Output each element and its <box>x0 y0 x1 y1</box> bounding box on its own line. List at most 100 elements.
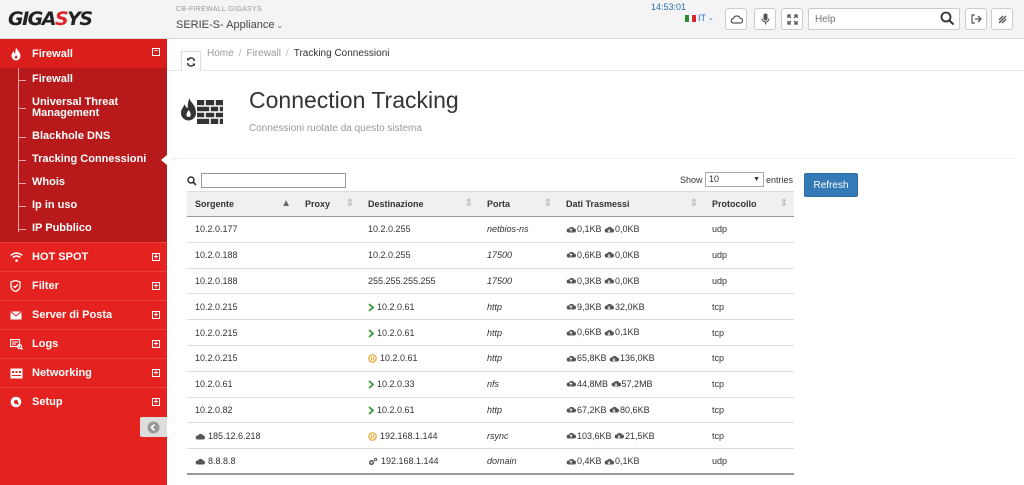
collapse-sidebar-button[interactable] <box>140 417 167 437</box>
feed-button[interactable] <box>991 8 1013 30</box>
cloud-download-icon <box>604 458 615 465</box>
expand-icon[interactable]: + <box>152 398 160 406</box>
table-row[interactable]: 10.2.0.188 10.2.0.255 17500 0,6KB 0,0KB udp <box>187 242 794 269</box>
cell-destinazione[interactable]: 192.168.1.144 <box>360 422 479 450</box>
column-header-protocollo[interactable]: Protocollo ⇕ <box>704 191 794 217</box>
column-header-porta[interactable]: Porta ⇕ <box>479 191 558 217</box>
cell-proxy <box>297 268 360 295</box>
cloud-upload-icon <box>566 458 576 465</box>
cell-destinazione[interactable]: 10.2.0.255 <box>360 242 479 269</box>
cloud-download-icon <box>604 252 615 258</box>
refresh-icon <box>186 56 196 67</box>
chevron-right-icon <box>368 380 374 389</box>
column-header-destinazione[interactable]: Destinazione ⇕ <box>360 191 479 217</box>
cloud-download-icon <box>614 432 625 439</box>
warning-circle-icon <box>368 354 377 364</box>
breadcrumb-home[interactable]: Home <box>207 48 234 59</box>
italy-flag-icon <box>685 14 697 22</box>
sidebar-item-firewall[interactable]: Firewall <box>0 68 167 91</box>
cell-dati-trasmessi: 44,8MB 57,2MB <box>558 371 704 398</box>
arrow-left-circle-icon <box>147 421 160 433</box>
sidebar-item-blackhole-dns[interactable]: Blackhole DNS <box>0 125 167 148</box>
table-row[interactable]: 10.2.0.215 10.2.0.61 http 0,6KB 0,1KB tcp <box>187 319 794 346</box>
breadcrumb: Home / Firewall / Tracking Connessioni <box>207 48 390 59</box>
cell-proxy <box>297 371 360 398</box>
sidebar-item-logs[interactable]: Logs + <box>0 329 167 358</box>
expand-icon[interactable]: + <box>152 282 160 290</box>
cell-dati-trasmessi: 65,8KB 136,0KB <box>558 345 704 372</box>
cloud-upload-icon <box>566 432 576 439</box>
cell-sorgente: 10.2.0.82 <box>187 397 297 424</box>
cloud-button[interactable] <box>725 8 747 30</box>
refresh-button[interactable]: Refresh <box>804 173 858 197</box>
cell-protocollo: udp <box>704 268 794 295</box>
sidebar-item-server-di-posta[interactable]: Server di Posta + <box>0 300 167 329</box>
cell-sorgente: 10.2.0.188 <box>187 268 297 295</box>
cloud-icon <box>730 14 743 24</box>
table-filter-input[interactable] <box>201 173 346 188</box>
sidebar-item-setup[interactable]: Setup + <box>0 387 167 416</box>
sidebar-section-firewall[interactable]: Firewall − <box>0 39 167 68</box>
reload-button[interactable] <box>181 51 201 71</box>
cell-destinazione[interactable]: 10.2.0.61 <box>360 293 479 321</box>
table-row[interactable]: 10.2.0.188 255.255.255.255 17500 0,3KB 0,0K… <box>187 268 794 295</box>
cell-protocollo: tcp <box>704 293 794 321</box>
sidebar-item-utm[interactable]: Universal Threat Management <box>0 91 167 125</box>
logs-icon <box>10 338 26 350</box>
device-host: CB-FIREWALL.GIGASYS <box>176 6 262 13</box>
expand-icon[interactable]: + <box>152 253 160 261</box>
expand-icon[interactable]: + <box>152 340 160 348</box>
sidebar-item-networking[interactable]: Networking + <box>0 358 167 387</box>
column-header-sorgente[interactable]: Sorgente ▲ <box>187 191 297 217</box>
help-search-input[interactable] <box>809 9 935 29</box>
table-row[interactable]: 10.2.0.177 10.2.0.255 netbios-ns 0,1KB 0,0K… <box>187 216 794 243</box>
cell-sorgente: 10.2.0.215 <box>187 345 297 372</box>
sidebar-item-ip-pubblico[interactable]: IP Pubblico <box>0 217 167 240</box>
microphone-button[interactable] <box>754 8 776 30</box>
search-icon[interactable] <box>940 11 955 26</box>
table-row[interactable]: 10.2.0.82 10.2.0.61 http 67,2KB 80,6KB tcp <box>187 397 794 424</box>
cell-porta: http <box>479 319 558 346</box>
cell-porta: rsync <box>479 422 558 450</box>
entries-per-page-select[interactable]: 10 ▼ <box>705 172 764 187</box>
cloud-icon <box>195 433 205 440</box>
table-row[interactable]: 8.8.8.8 192.168.1.144 domain 0,4KB 0,1KB udp <box>187 448 794 476</box>
chevron-down-icon: ⌄ <box>276 21 284 30</box>
column-header-proxy[interactable]: Proxy ⇕ <box>297 191 360 217</box>
caret-down-icon: ▼ <box>753 176 760 183</box>
table-row[interactable]: 10.2.0.215 10.2.0.61 http 65,8KB 136,0KB tcp <box>187 345 794 372</box>
cloud-upload-icon <box>566 226 576 233</box>
sidebar-item-filter[interactable]: Filter + <box>0 271 167 300</box>
table-row[interactable]: 10.2.0.61 10.2.0.33 nfs 44,8MB 57,2MB tcp <box>187 371 794 398</box>
expand-icon[interactable]: + <box>152 311 160 319</box>
cell-protocollo: tcp <box>704 397 794 424</box>
sort-icon: ⇕ <box>779 198 788 209</box>
breadcrumb-bar: Home / Firewall / Tracking Connessioni <box>167 39 1024 71</box>
network-icon <box>10 368 26 379</box>
table-row[interactable]: 10.2.0.215 10.2.0.61 http 9,3KB 32,0KB tcp <box>187 293 794 321</box>
sidebar-item-ip-in-uso[interactable]: Ip in uso <box>0 194 167 217</box>
cell-destinazione[interactable]: 10.2.0.61 <box>360 397 479 424</box>
device-series-select[interactable]: SERIE-S- Appliance ⌄ <box>176 19 283 31</box>
divider <box>172 158 1014 159</box>
column-header-dati-trasmessi[interactable]: Dati Trasmessi ⇕ <box>558 191 704 217</box>
cell-destinazione[interactable]: 192.168.1.144 <box>360 448 479 476</box>
collapse-icon[interactable]: − <box>152 48 160 56</box>
cell-destinazione[interactable]: 10.2.0.33 <box>360 371 479 398</box>
cell-destinazione[interactable]: 255.255.255.255 <box>360 268 479 295</box>
cell-destinazione[interactable]: 10.2.0.61 <box>360 319 479 346</box>
sidebar-item-tracking-connessioni[interactable]: Tracking Connessioni <box>0 148 167 171</box>
cell-destinazione[interactable]: 10.2.0.255 <box>360 216 479 243</box>
cell-destinazione[interactable]: 10.2.0.61 <box>360 345 479 372</box>
cell-sorgente: 185.12.6.218 <box>187 422 297 450</box>
expand-icon[interactable]: + <box>152 369 160 377</box>
sidebar-item-whois[interactable]: Whois <box>0 171 167 194</box>
sidebar-item-hotspot[interactable]: HOT SPOT + <box>0 242 167 271</box>
table-row[interactable]: 185.12.6.218 192.168.1.144 rsync 103,6KB 21… <box>187 422 794 450</box>
sort-asc-icon: ▲ <box>281 198 291 209</box>
language-select[interactable]: IT ⌄ <box>685 13 714 23</box>
fullscreen-button[interactable] <box>781 8 803 30</box>
breadcrumb-firewall[interactable]: Firewall <box>246 48 280 59</box>
cell-proxy <box>297 448 360 476</box>
logout-button[interactable] <box>965 8 987 30</box>
